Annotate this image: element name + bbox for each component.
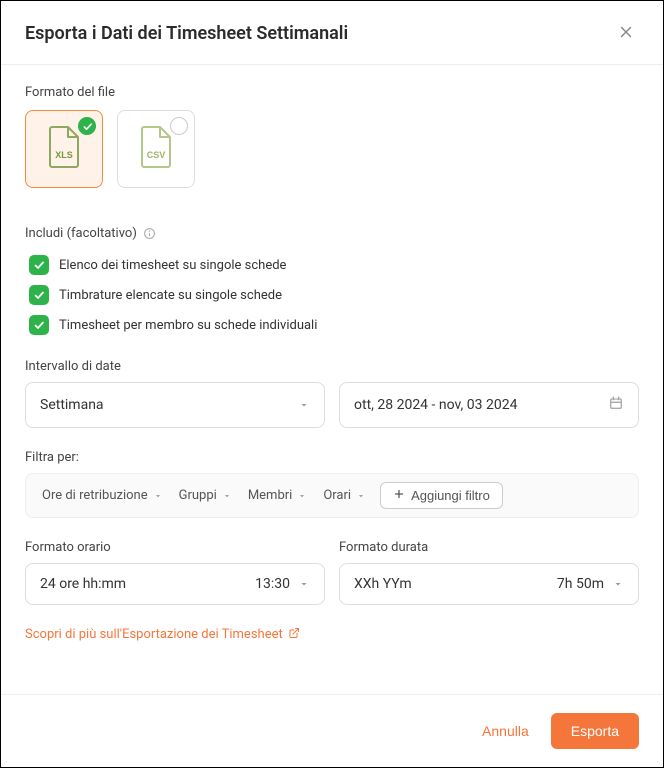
include-option-timesheet-list[interactable]: Elenco dei timesheet su singole schede xyxy=(25,255,639,275)
svg-text:CSV: CSV xyxy=(147,150,166,160)
checkbox-checked-icon xyxy=(29,255,49,275)
include-label-row: Includi (facoltativo) xyxy=(25,226,639,241)
duration-format-select[interactable]: XXh YYm 7h 50m xyxy=(339,563,639,605)
plus-icon xyxy=(393,488,405,503)
calendar-icon xyxy=(608,395,624,415)
modal-footer: Annulla Esporta xyxy=(1,694,663,767)
filter-chip-pay-hours[interactable]: Ore di retribuzione xyxy=(36,484,169,507)
duration-format-value: XXh YYm xyxy=(354,576,412,592)
file-xls-icon: XLS xyxy=(46,125,82,173)
modal-header: Esporta i Dati dei Timesheet Settimanali xyxy=(1,1,663,65)
period-select[interactable]: Settimana xyxy=(25,382,325,428)
filter-chip-label: Orari xyxy=(323,488,351,503)
checkbox-checked-icon xyxy=(29,315,49,335)
filter-bar: Ore di retribuzione Gruppi Membri Orari … xyxy=(25,473,639,518)
filter-chip-label: Gruppi xyxy=(179,488,217,503)
modal-body: Formato del file XLS xyxy=(1,65,663,694)
duration-format-example: 7h 50m xyxy=(557,576,604,592)
cancel-button[interactable]: Annulla xyxy=(478,715,533,747)
learn-more-link[interactable]: Scopri di più sull'Esportazione dei Time… xyxy=(25,627,300,643)
filter-chip-schedules[interactable]: Orari xyxy=(317,484,372,507)
close-button[interactable] xyxy=(613,19,639,48)
chevron-down-icon xyxy=(297,491,307,501)
filter-chip-groups[interactable]: Gruppi xyxy=(173,484,238,507)
date-range-row: Settimana ott, 28 2024 - nov, 03 2024 xyxy=(25,382,639,428)
date-range-label: Intervallo di date xyxy=(25,359,639,374)
include-option-label: Timesheet per membro su schede individua… xyxy=(59,318,317,333)
time-format-example: 13:30 xyxy=(255,576,290,592)
include-option-label: Timbrature elencate su singole schede xyxy=(59,288,282,303)
chevron-down-icon xyxy=(153,491,163,501)
include-option-member-sheets[interactable]: Timesheet per membro su schede individua… xyxy=(25,315,639,335)
file-csv-icon: CSV xyxy=(138,125,174,173)
include-option-label: Elenco dei timesheet su singole schede xyxy=(59,258,286,273)
checkmark-icon xyxy=(78,117,96,135)
filter-chip-label: Ore di retribuzione xyxy=(42,488,148,503)
close-icon xyxy=(617,23,635,44)
file-format-label: Formato del file xyxy=(25,85,639,100)
add-filter-button[interactable]: Aggiungi filtro xyxy=(380,482,503,509)
file-format-options: XLS CSV xyxy=(25,110,639,188)
filter-chip-label: Membri xyxy=(248,488,293,503)
chevron-down-icon xyxy=(298,578,310,590)
svg-text:XLS: XLS xyxy=(55,150,73,160)
chevron-down-icon xyxy=(298,399,310,411)
learn-more-text: Scopri di più sull'Esportazione dei Time… xyxy=(25,627,283,642)
export-button[interactable]: Esporta xyxy=(551,713,639,749)
info-icon[interactable] xyxy=(143,227,156,240)
chevron-down-icon xyxy=(222,491,232,501)
date-picker[interactable]: ott, 28 2024 - nov, 03 2024 xyxy=(339,382,639,428)
time-format-col: Formato orario 24 ore hh:mm 13:30 xyxy=(25,540,325,605)
modal-title: Esporta i Dati dei Timesheet Settimanali xyxy=(25,23,348,44)
file-format-xls[interactable]: XLS xyxy=(25,110,103,188)
time-format-select[interactable]: 24 ore hh:mm 13:30 xyxy=(25,563,325,605)
filter-chip-members[interactable]: Membri xyxy=(242,484,314,507)
external-link-icon xyxy=(288,627,300,643)
time-format-value: 24 ore hh:mm xyxy=(40,576,126,592)
include-option-punches[interactable]: Timbrature elencate su singole schede xyxy=(25,285,639,305)
add-filter-label: Aggiungi filtro xyxy=(411,488,490,503)
chevron-down-icon xyxy=(612,578,624,590)
radio-empty-icon xyxy=(170,117,188,135)
checkbox-checked-icon xyxy=(29,285,49,305)
format-columns: Formato orario 24 ore hh:mm 13:30 Format… xyxy=(25,540,639,605)
file-format-csv[interactable]: CSV xyxy=(117,110,195,188)
duration-format-col: Formato durata XXh YYm 7h 50m xyxy=(339,540,639,605)
time-format-label: Formato orario xyxy=(25,540,325,555)
include-label: Includi (facoltativo) xyxy=(25,226,137,241)
export-modal: Esporta i Dati dei Timesheet Settimanali… xyxy=(0,0,664,768)
filter-label: Filtra per: xyxy=(25,450,639,465)
include-section: Includi (facoltativo) Elenco dei timeshe… xyxy=(25,226,639,335)
period-value: Settimana xyxy=(40,397,104,413)
duration-format-label: Formato durata xyxy=(339,540,639,555)
chevron-down-icon xyxy=(356,491,366,501)
date-value: ott, 28 2024 - nov, 03 2024 xyxy=(354,397,517,413)
